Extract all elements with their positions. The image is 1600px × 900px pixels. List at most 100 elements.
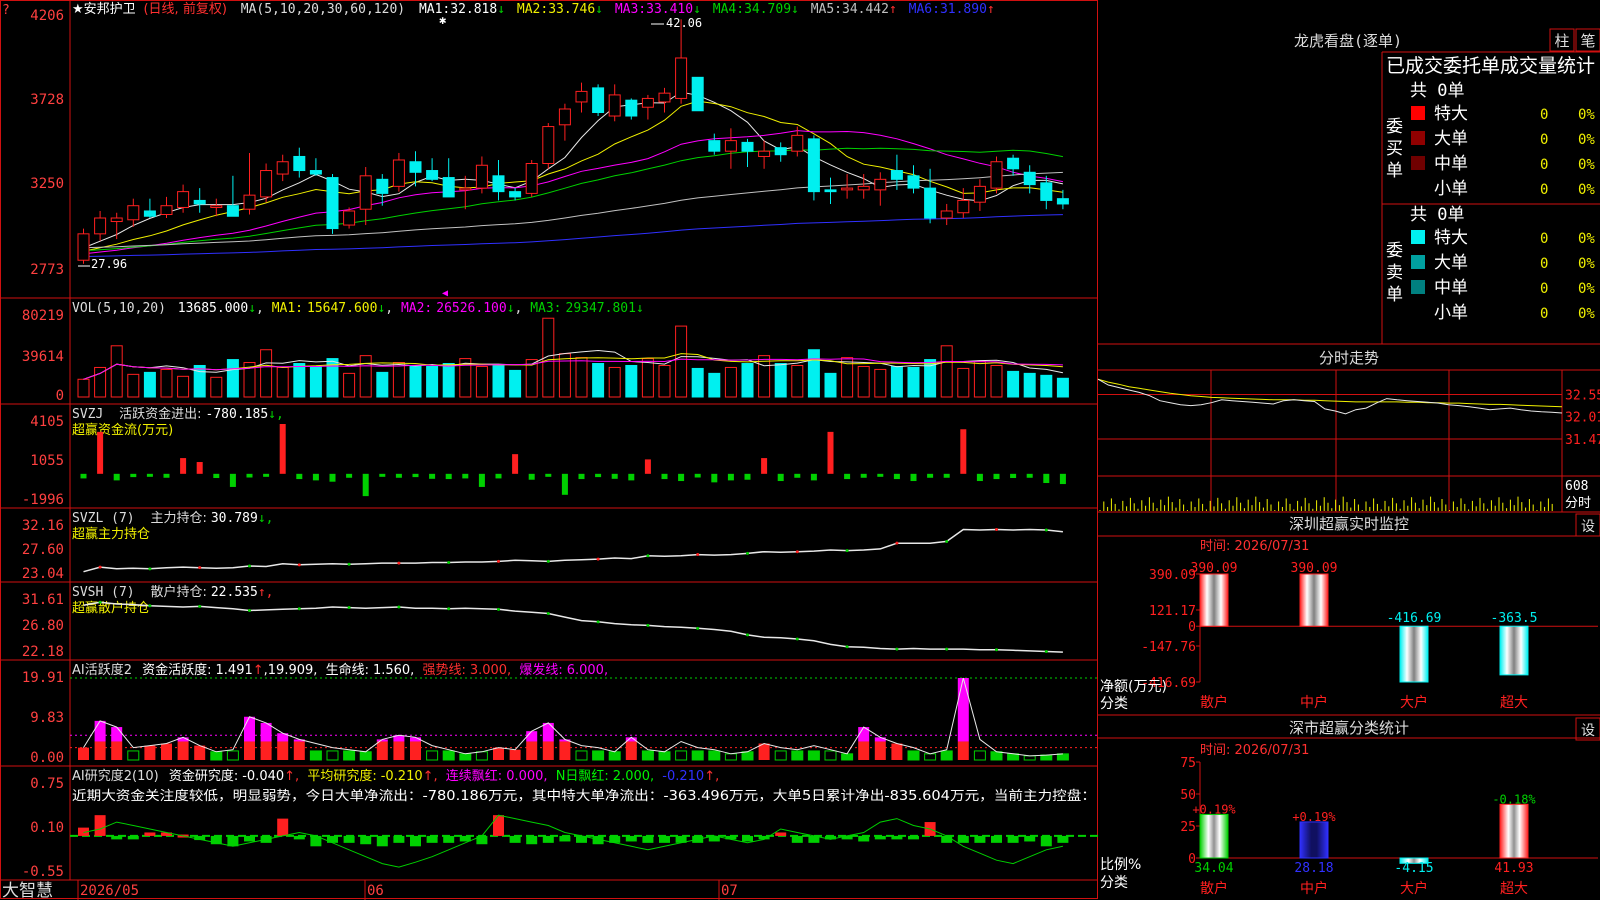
activity-bar xyxy=(410,741,421,760)
activity-bar xyxy=(144,745,156,760)
fund-flow-bar xyxy=(246,473,253,478)
fund-flow-bar xyxy=(644,459,651,474)
activity-bar xyxy=(874,741,886,760)
svsh-tick: 26.80 xyxy=(22,618,64,634)
intraday-chart: 32.55 32.01 31.47 608 分时 xyxy=(1097,370,1600,512)
series-dot xyxy=(746,551,749,555)
category-label: 大户 xyxy=(1400,880,1428,897)
series-dot xyxy=(447,561,451,565)
candle-body xyxy=(990,161,1003,189)
activity-bar xyxy=(426,750,439,761)
tick-mode-label: 笔 xyxy=(1580,32,1595,50)
volume-bar xyxy=(973,361,986,398)
row-percent: 0% xyxy=(1578,132,1595,148)
series-dot xyxy=(347,562,351,566)
candle-body xyxy=(608,94,621,117)
candle-body xyxy=(442,177,455,198)
fund-flow-bar xyxy=(661,473,668,480)
activity-bar-top xyxy=(526,731,538,742)
fund-flow-bar xyxy=(595,473,602,478)
svzj-tick: 1055 xyxy=(30,453,64,469)
activity-bar xyxy=(277,741,289,760)
longhu-tabs[interactable]: 已成交委托单成交量统计 xyxy=(1386,55,1595,77)
volume-bar xyxy=(260,349,273,398)
fund-flow-bar xyxy=(711,473,718,483)
activity-bar xyxy=(459,753,472,761)
candle-body xyxy=(94,217,107,235)
app-logo[interactable]: 大智慧 xyxy=(2,881,53,900)
fund-flow-bar xyxy=(893,473,900,480)
series-dot xyxy=(546,559,550,563)
series-dot xyxy=(1044,650,1048,654)
fund-flow-bar xyxy=(263,473,270,477)
fund-flow-bar xyxy=(561,473,568,495)
research-bar xyxy=(642,835,654,843)
volume-bar xyxy=(890,365,903,398)
category-bar xyxy=(1499,803,1529,859)
activity-bar xyxy=(824,750,837,761)
candle-body xyxy=(940,210,953,219)
sz-class-settings-label: 设 xyxy=(1581,723,1595,739)
main-position-line xyxy=(83,528,1063,573)
panel-tick: 50 xyxy=(1180,788,1196,803)
activity-bar xyxy=(260,741,272,760)
category-bar xyxy=(1199,573,1229,627)
row-color-swatch xyxy=(1411,106,1425,120)
sz-monitor-title: 深圳超赢实时监控 xyxy=(1289,515,1409,533)
candle-body xyxy=(741,141,754,152)
sz-monitor-settings-label: 设 xyxy=(1581,519,1595,535)
series-dot xyxy=(497,559,500,563)
svsh-header: SVSH (7) 散户持仓: 22.535↑, xyxy=(72,584,273,600)
volume-bar xyxy=(940,345,953,398)
volume-bar xyxy=(575,357,588,398)
side-char: 卖 xyxy=(1386,263,1403,283)
sz-monitor-time: 时间: 2026/07/31 xyxy=(1200,539,1309,554)
category-bar xyxy=(1299,821,1329,859)
activity-bar xyxy=(343,750,356,761)
volume-bar xyxy=(293,363,306,398)
fund-flow-bar xyxy=(329,473,336,482)
row-value: 0 xyxy=(1540,231,1548,247)
corner-mark[interactable]: ? xyxy=(2,3,10,18)
activity-bar xyxy=(575,750,588,761)
volume-bar xyxy=(392,362,405,398)
candle-body xyxy=(542,126,555,164)
bar-label: 390.09 xyxy=(1191,561,1238,576)
ma6-line xyxy=(83,214,1063,257)
bar-label: -363.5 xyxy=(1491,611,1538,626)
fund-flow-bar xyxy=(976,473,983,482)
side-char: 单 xyxy=(1386,285,1403,305)
candle-body xyxy=(758,150,771,157)
research-bar xyxy=(443,835,455,843)
side-char: 委 xyxy=(1386,117,1403,137)
fund-flow-bar xyxy=(462,473,469,479)
fund-flow-bar xyxy=(379,473,386,477)
stock-analysis-screen: 4206 3728 3250 2773 80219 39614 0 4105 1… xyxy=(0,0,1600,900)
candle-body xyxy=(193,199,206,205)
fund-flow-bar xyxy=(429,473,436,479)
candle-body xyxy=(658,92,671,103)
volume-bar xyxy=(641,358,654,398)
fund-flow-bar xyxy=(777,473,784,482)
candle-body xyxy=(293,155,306,172)
svzl-tick: 27.60 xyxy=(22,542,64,558)
research-bar xyxy=(625,835,637,842)
candle-body xyxy=(326,177,339,230)
research-bar xyxy=(941,835,953,843)
intraday-vol-tick: 608 xyxy=(1565,479,1588,494)
research-bar xyxy=(244,835,255,842)
research-bar xyxy=(957,835,969,843)
volume-bar xyxy=(309,365,322,398)
research-bar xyxy=(974,835,986,843)
volume-bar xyxy=(824,372,837,398)
research-bar xyxy=(94,815,106,836)
panel-ylabel: 比例% xyxy=(1100,857,1141,873)
intraday-price-line xyxy=(1097,378,1563,415)
activity-bar xyxy=(542,741,554,760)
candle-body xyxy=(359,175,372,210)
activity-bar xyxy=(658,751,671,761)
fund-flow-bar xyxy=(943,473,950,478)
volume-bar xyxy=(1040,374,1053,398)
price-tick: 3250 xyxy=(30,176,64,192)
volume-bar xyxy=(376,371,389,398)
